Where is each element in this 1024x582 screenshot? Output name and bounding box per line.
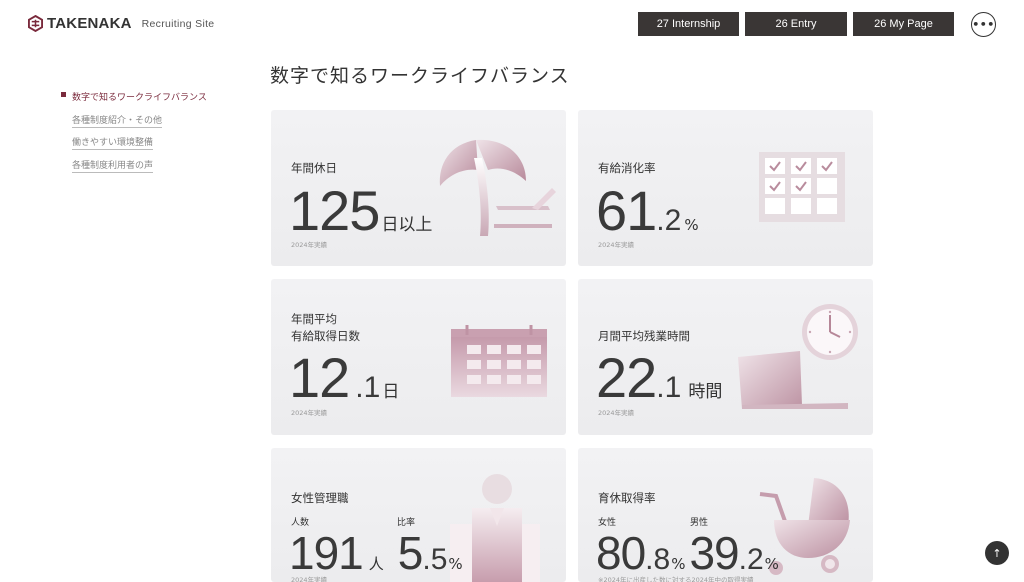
paid-leave-days-unit: 日	[382, 382, 400, 402]
paid-leave-rate-note: 2024年実績	[598, 241, 635, 249]
childcare-leave-female-value: 80	[596, 527, 646, 579]
childcare-leave-male-decimal: .2	[738, 543, 764, 576]
internship-button[interactable]: 27 Internship	[638, 12, 739, 36]
overtime-unit: 時間	[688, 382, 723, 402]
female-managers-card: 女性管理職 人数 比率 191 人 5 .5 % 2024年実績	[271, 448, 566, 582]
female-managers-ratio: 5	[397, 527, 424, 579]
side-nav-label: 数字で知るワークライフバランス	[72, 93, 207, 103]
female-managers-count-unit: 人	[368, 555, 384, 573]
calendar-check-icon	[759, 152, 845, 222]
childcare-leave-label: 育休取得率	[598, 491, 656, 505]
childcare-leave-value-row: 80 .8 % 39 .2 %	[596, 526, 779, 580]
female-managers-ratio-unit: %	[448, 555, 463, 573]
paid-leave-days-value: 12	[289, 346, 350, 409]
side-nav-label: 働きやすい環境整備	[72, 135, 154, 150]
menu-button[interactable]: •••	[971, 12, 996, 37]
arrow-up-icon: ↑	[992, 546, 1002, 560]
female-managers-ratio-decimal: .5	[422, 543, 448, 576]
paid-leave-days-value-row: 12 .1 日	[289, 345, 399, 410]
holidays-card: 年間休日 125 日以上 2024年実績	[271, 110, 566, 266]
side-nav-item-systems[interactable]: 各種制度紹介・その他	[72, 113, 207, 136]
paid-leave-rate-value: 61	[596, 179, 657, 242]
laptop-clock-icon	[738, 304, 858, 409]
paid-leave-rate-value-row: 61 .2 %	[596, 178, 699, 243]
childcare-leave-male-unit: %	[764, 555, 779, 573]
paid-leave-days-label-line2: 有給取得日数	[291, 329, 360, 343]
side-nav: 数字で知るワークライフバランス 各種制度紹介・その他 働きやすい環境整備 各種制…	[61, 90, 207, 180]
paid-leave-days-label-line1: 年間平均	[291, 312, 337, 326]
active-bullet-icon	[61, 92, 66, 97]
overtime-value-row: 22 .1 時間	[596, 345, 722, 410]
side-nav-item-environment[interactable]: 働きやすい環境整備	[72, 135, 207, 158]
overtime-card: 月間平均残業時間 22 .1 時間 2024年実績	[578, 279, 873, 435]
paid-leave-rate-card: 有給消化率 61 .2 % 2024年実績	[578, 110, 873, 266]
female-managers-count: 191	[289, 527, 364, 579]
female-managers-note: 2024年実績	[291, 576, 328, 582]
holidays-value: 125	[289, 179, 380, 242]
paid-leave-rate-label: 有給消化率	[598, 161, 656, 175]
holidays-value-row: 125 日以上	[289, 178, 432, 243]
side-nav-item-voices[interactable]: 各種制度利用者の声	[72, 158, 207, 181]
paid-leave-days-decimal: .1	[355, 371, 381, 404]
site-header: TAKENAKA Recruiting Site 27 Internship 2…	[0, 0, 1024, 48]
side-nav-label: 各種制度利用者の声	[72, 158, 154, 173]
paid-leave-rate-decimal: .2	[656, 204, 682, 237]
back-to-top-button[interactable]: ↑	[985, 541, 1009, 565]
childcare-leave-card: 育休取得率 女性 男性 80 .8 % 39 .2 % ※2024年に出産した数…	[578, 448, 873, 582]
female-managers-label: 女性管理職	[291, 491, 349, 505]
childcare-leave-female-decimal: .8	[645, 543, 671, 576]
site-logo[interactable]: TAKENAKA Recruiting Site	[28, 15, 214, 32]
paid-leave-days-card: 年間平均 有給取得日数 12 .1 日 2024年実績	[271, 279, 566, 435]
overtime-value: 22	[596, 346, 657, 409]
paid-leave-days-label: 年間平均 有給取得日数	[291, 311, 360, 345]
female-managers-value-row: 191 人 5 .5 %	[289, 526, 463, 580]
overtime-label: 月間平均残業時間	[598, 329, 690, 343]
overtime-note: 2024年実績	[598, 409, 635, 417]
overtime-decimal: .1	[656, 371, 682, 404]
holidays-note: 2024年実績	[291, 241, 328, 249]
childcare-leave-female-unit: %	[671, 555, 686, 573]
palm-tree-icon	[439, 139, 556, 236]
takenaka-logo-icon	[28, 15, 43, 32]
page-title: 数字で知るワークライフバランス	[270, 65, 570, 87]
more-icon: •••	[972, 18, 995, 31]
side-nav-label: 各種制度紹介・その他	[72, 113, 163, 128]
paid-leave-days-note: 2024年実績	[291, 409, 328, 417]
entry-button[interactable]: 26 Entry	[745, 12, 847, 36]
holidays-unit: 日以上	[381, 215, 433, 235]
childcare-leave-male-value: 39	[689, 527, 739, 579]
holidays-label: 年間休日	[291, 161, 337, 175]
side-nav-item-numbers[interactable]: 数字で知るワークライフバランス	[61, 90, 207, 113]
logo-text: TAKENAKA	[47, 15, 132, 32]
childcare-leave-note: ※2024年に出産した数に対する2024年中の取得実績	[598, 576, 754, 582]
my-page-button[interactable]: 26 My Page	[853, 12, 954, 36]
logo-subtitle: Recruiting Site	[141, 17, 215, 30]
paid-leave-rate-unit: %	[684, 216, 699, 234]
calendar-icon	[451, 325, 547, 397]
